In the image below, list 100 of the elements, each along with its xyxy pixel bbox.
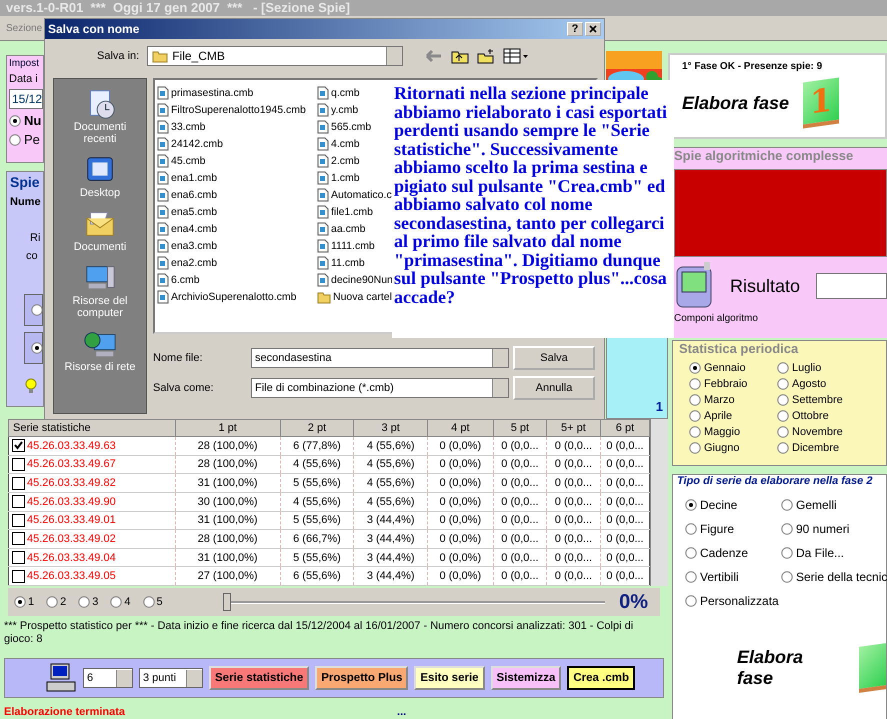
file-item[interactable]: 4.cmb [317,135,360,152]
file-item[interactable]: ena5.cmb [157,203,218,220]
radio-button[interactable] [685,595,697,607]
file-item[interactable]: 2.cmb [317,152,360,169]
file-name-field[interactable]: secondasestina [251,348,509,368]
place-button[interactable]: Documenti recenti [58,85,142,147]
file-item[interactable]: ena2.cmb [157,254,218,271]
action-button[interactable]: Esito serie [414,666,485,690]
file-item[interactable]: ena4.cmb [157,220,218,237]
radio-button[interactable] [777,426,789,438]
file-item[interactable]: y.cmb [317,101,358,118]
file-item[interactable]: 565.cmb [317,118,372,135]
column-header[interactable]: 6 pt [600,420,650,436]
row-checkbox[interactable] [12,551,25,564]
radio-button[interactable] [777,442,789,454]
radio-button[interactable] [781,523,793,535]
radio-button[interactable] [78,596,90,608]
back-arrow-icon[interactable] [425,49,444,63]
file-type-select[interactable]: File di combinazione (*.cmb) [251,378,509,398]
radio-button[interactable] [777,394,789,406]
file-item[interactable]: FiltroSuperenalotto1945.cmb [157,101,306,118]
place-button[interactable]: Documenti [58,205,142,255]
file-item[interactable]: 6.cmb [157,271,200,288]
radio-button[interactable] [685,523,697,535]
file-item[interactable]: Automatico.c [317,186,392,203]
radio-button[interactable] [777,410,789,422]
file-item[interactable]: decine90Nun [317,271,393,288]
column-header[interactable]: 3 pt [354,420,428,436]
radio-button[interactable] [781,499,793,511]
file-item[interactable]: Nuova cartel [317,288,392,305]
column-header[interactable]: Serie statistiche [8,420,176,436]
row-checkbox[interactable] [12,458,25,471]
radio-button[interactable] [689,442,701,454]
file-item[interactable]: 1.cmb [317,169,360,186]
radio-button[interactable] [777,378,789,390]
file-item[interactable]: file1.cmb [317,203,374,220]
file-item[interactable]: q.cmb [317,84,360,101]
column-header[interactable]: 4 pt [428,420,494,436]
phase-button[interactable]: Elabora fase [682,92,790,114]
phase-button[interactable]: Elabora fase [737,647,819,689]
row-checkbox[interactable] [12,532,25,546]
row-checkbox[interactable] [12,439,25,452]
slider-thumb[interactable] [222,593,231,611]
action-button[interactable]: Crea .cmb [567,666,635,690]
column-header[interactable]: 1 pt [175,420,280,436]
count-select[interactable]: 6 [83,668,133,688]
radio-button[interactable] [685,499,697,511]
radio-button[interactable] [689,410,701,422]
file-item[interactable]: 11.cmb [317,254,365,271]
radio-button[interactable] [142,596,154,608]
file-item[interactable]: ena1.cmb [157,169,218,186]
scrollbar[interactable] [650,419,668,586]
radio-button[interactable] [689,394,701,406]
file-item[interactable]: ArchivioSuperenalotto.cmb [157,288,296,305]
column-header[interactable]: 5 pt [493,420,547,436]
radio-button[interactable] [777,362,789,374]
radio-button[interactable] [689,378,701,390]
radio-button[interactable] [31,342,43,354]
row-checkbox[interactable] [12,570,25,583]
folder-combo[interactable]: File_CMB [147,46,404,66]
file-item[interactable]: 24142.cmb [157,135,223,152]
save-button[interactable]: Salva [513,346,595,370]
radio-button[interactable] [9,134,21,146]
row-checkbox[interactable] [12,495,25,508]
file-item[interactable]: aa.cmb [317,220,366,237]
place-button[interactable]: Desktop [58,151,142,201]
radio-button[interactable] [110,596,122,608]
column-header[interactable]: 5+ pt [546,420,600,436]
file-item[interactable]: ena6.cmb [157,186,218,203]
radio-button[interactable] [9,114,21,126]
row-checkbox[interactable] [12,476,25,490]
file-item[interactable]: 1111.cmb [317,237,375,254]
file-item[interactable]: ena3.cmb [157,237,218,254]
radio-button[interactable] [685,571,697,583]
date-field[interactable]: 15/12 [9,89,43,109]
radio-button[interactable] [685,547,697,559]
help-button[interactable]: ? [567,22,583,36]
close-button[interactable] [585,22,601,36]
file-item[interactable]: 45.cmb [157,152,206,169]
points-select[interactable]: 3 punti [139,668,203,688]
view-menu-icon[interactable] [503,48,530,64]
radio-button[interactable] [14,596,26,608]
file-item[interactable]: 33.cmb [157,118,206,135]
radio-button[interactable] [689,362,701,374]
row-checkbox[interactable] [12,514,25,527]
new-folder-icon[interactable] [477,48,496,64]
column-header[interactable]: 2 pt [280,420,354,436]
action-button[interactable]: Serie statistiche [209,666,310,690]
place-button[interactable]: Risorse del computer [58,259,142,321]
radio-button[interactable] [46,596,58,608]
radio-button[interactable] [689,426,701,438]
radio-button[interactable] [781,547,793,559]
file-item[interactable]: primasestina.cmb [157,84,254,101]
radio-button[interactable] [781,571,793,583]
action-button[interactable]: Prospetto Plus [315,666,408,690]
action-button[interactable]: Sistemizza [490,666,562,690]
place-button[interactable]: Risorse di rete [58,325,142,375]
radio-button[interactable] [31,304,43,316]
cancel-button[interactable]: Annulla [513,376,595,400]
result-field[interactable] [816,273,887,299]
